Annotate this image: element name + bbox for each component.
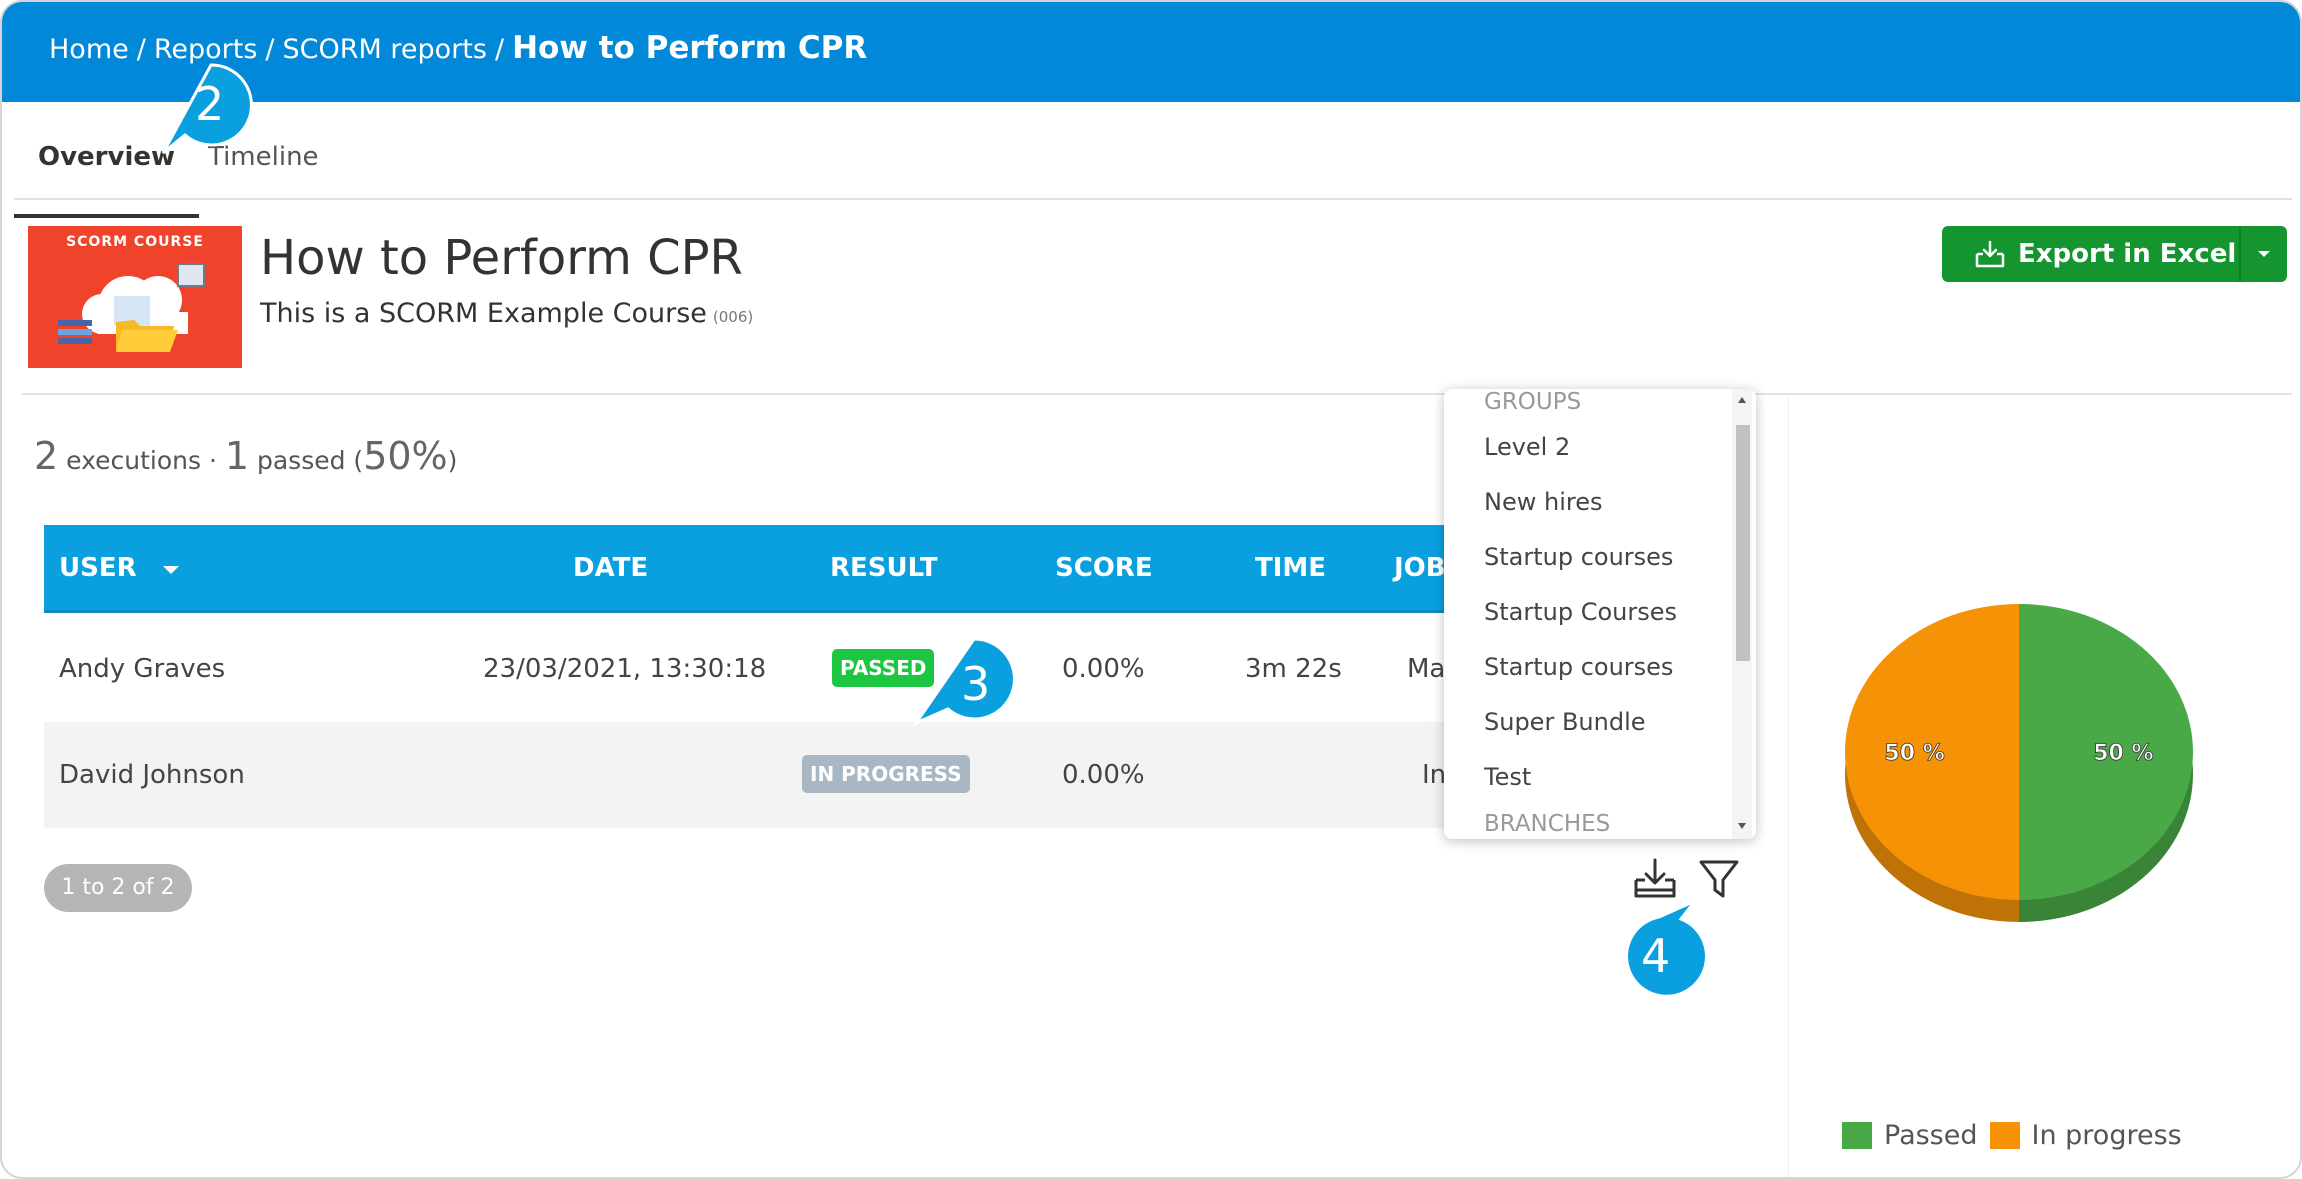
callout-number: 4 <box>1641 929 1671 983</box>
scroll-down-icon[interactable] <box>1738 823 1746 829</box>
export-options-button[interactable] <box>2239 226 2287 282</box>
pagination-info: 1 to 2 of 2 <box>44 864 192 912</box>
column-score-header[interactable]: SCORE <box>1055 553 1153 583</box>
chart-panel-divider <box>1788 397 1789 1177</box>
breadcrumb-separator: / <box>494 34 505 65</box>
column-user-label: USER <box>59 553 137 583</box>
passed-percent: 50% <box>363 434 448 478</box>
download-tray-icon <box>1975 240 2005 268</box>
dropdown-group-header: BRANCHES <box>1484 811 1611 837</box>
breadcrumb-current: How to Perform CPR <box>512 30 868 66</box>
course-subtitle: This is a SCORM Example Course (006) <box>260 298 753 329</box>
column-date-header[interactable]: DATE <box>573 553 648 583</box>
passed-label: passed ( <box>256 446 364 475</box>
dropdown-group-header: GROUPS <box>1484 389 1582 415</box>
top-bar: Home / Reports / SCORM reports / How to Perfor… <box>2 2 2300 102</box>
course-title: How to Perform CPR <box>260 230 743 286</box>
cell-time: 3m 22s <box>1245 654 1342 684</box>
legend-label-passed: Passed <box>1884 1120 1978 1151</box>
cell-job: In <box>1422 760 1447 790</box>
cell-user[interactable]: Andy Graves <box>59 654 225 684</box>
export-label: Export in Excel <box>2018 239 2237 269</box>
scroll-up-icon[interactable] <box>1738 397 1746 403</box>
executions-label: executions · <box>66 446 217 475</box>
thumbnail-label: SCORM COURSE <box>66 234 204 250</box>
callout-4: 4 <box>1605 895 1715 1005</box>
passed-count: 1 <box>224 434 250 478</box>
dropdown-item[interactable]: Startup Courses <box>1484 598 1677 626</box>
course-subtitle-text: This is a SCORM Example Course <box>260 298 707 329</box>
course-thumbnail: SCORM COURSE <box>28 226 242 368</box>
executions-count: 2 <box>34 434 59 478</box>
dropdown-item[interactable]: New hires <box>1484 488 1602 516</box>
cell-score: 0.00% <box>1062 760 1145 790</box>
dropdown-item[interactable]: Startup courses <box>1484 543 1673 571</box>
column-job-header[interactable]: JOB <box>1394 553 1446 583</box>
legend-label-in-progress: In progress <box>2031 1120 2182 1151</box>
cell-user[interactable]: David Johnson <box>59 760 245 790</box>
breadcrumb-scorm-reports[interactable]: SCORM reports <box>283 34 487 65</box>
cell-job: Ma <box>1407 654 1446 684</box>
close-paren: ) <box>447 446 458 475</box>
course-code: (006) <box>712 308 754 326</box>
caret-down-icon <box>162 566 179 574</box>
export-excel-split-button: Export in Excel <box>1942 226 2287 282</box>
cell-score: 0.00% <box>1062 654 1145 684</box>
header-divider <box>22 393 2292 395</box>
export-excel-button[interactable]: Export in Excel <box>1942 226 2238 282</box>
breadcrumb-home[interactable]: Home <box>49 34 129 65</box>
column-result-header[interactable]: RESULT <box>830 553 938 583</box>
app-frame: Home / Reports / SCORM reports / How to Perfor… <box>0 0 2302 1179</box>
dropdown-item[interactable]: Level 2 <box>1484 433 1570 461</box>
chart-legend: Passed In progress <box>1842 1120 2194 1151</box>
cell-date: 23/03/2021, 13:30:18 <box>483 654 767 684</box>
legend-swatch-passed <box>1842 1122 1872 1149</box>
pie-data-label: 50 % <box>1884 741 1944 766</box>
legend-item-passed[interactable]: Passed <box>1842 1120 1978 1151</box>
callout-number: 3 <box>961 657 991 711</box>
breadcrumb-separator: / <box>265 34 275 65</box>
executions-summary: 2 executions · 1 passed (50%) <box>34 434 457 478</box>
caret-down-icon <box>2258 251 2270 257</box>
results-pie-chart: 50 % 50 % <box>1845 604 2193 922</box>
column-time-header[interactable]: TIME <box>1255 553 1326 583</box>
callout-2: 2 <box>145 57 255 167</box>
callout-number: 2 <box>195 77 225 131</box>
legend-item-in-progress[interactable]: In progress <box>1989 1120 2182 1151</box>
pie-data-label: 50 % <box>2093 741 2153 766</box>
dropdown-item[interactable]: Super Bundle <box>1484 708 1646 736</box>
filter-dropdown: GROUPS Level 2 New hires Startup courses… <box>1444 389 1756 839</box>
dropdown-scrollbar[interactable] <box>1732 389 1752 839</box>
dropdown-item[interactable]: Startup courses <box>1484 653 1673 681</box>
status-badge-in-progress: IN PROGRESS <box>802 755 970 793</box>
legend-swatch-in-progress <box>1989 1122 2020 1149</box>
tab-bar: Overview Timeline <box>13 102 2292 218</box>
callout-3: 3 <box>910 631 1020 741</box>
scrollbar-thumb[interactable] <box>1736 425 1750 661</box>
column-user-header[interactable]: USER <box>59 553 180 583</box>
dropdown-item[interactable]: Test <box>1484 763 1531 791</box>
